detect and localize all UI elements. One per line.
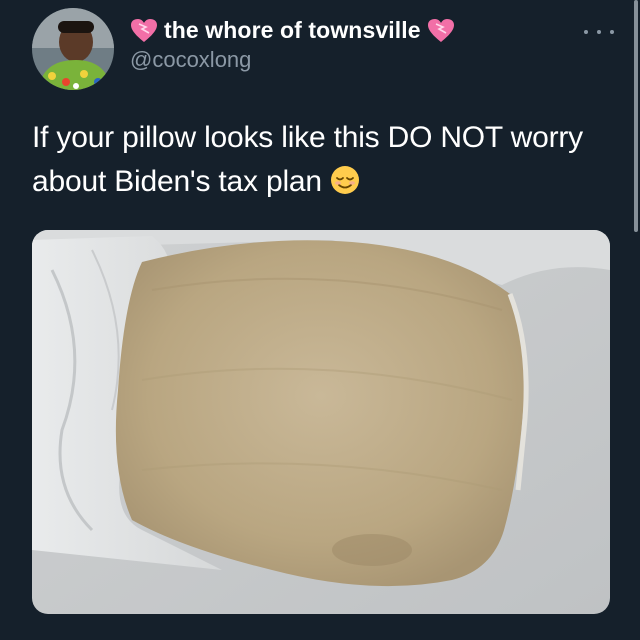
scrollbar[interactable] <box>634 0 638 232</box>
tweet-card: the whore of townsville @cocoxlong If yo… <box>0 0 640 640</box>
avatar[interactable] <box>32 8 114 90</box>
display-name[interactable]: the whore of townsville <box>164 17 421 44</box>
tweet-text: If your pillow looks like this DO NOT wo… <box>32 116 592 204</box>
more-options-icon[interactable] <box>584 22 614 42</box>
pink-heart-icon <box>427 18 455 44</box>
pink-heart-icon <box>130 18 158 44</box>
author-name-row: the whore of townsville <box>130 17 455 44</box>
tweet-text-content: If your pillow looks like this DO NOT wo… <box>32 121 583 198</box>
user-handle[interactable]: @cocoxlong <box>130 47 251 73</box>
pillow-photo <box>32 230 610 614</box>
tweet-photo[interactable] <box>32 230 610 614</box>
relieved-face-icon <box>330 164 360 194</box>
avatar-image <box>32 8 114 90</box>
